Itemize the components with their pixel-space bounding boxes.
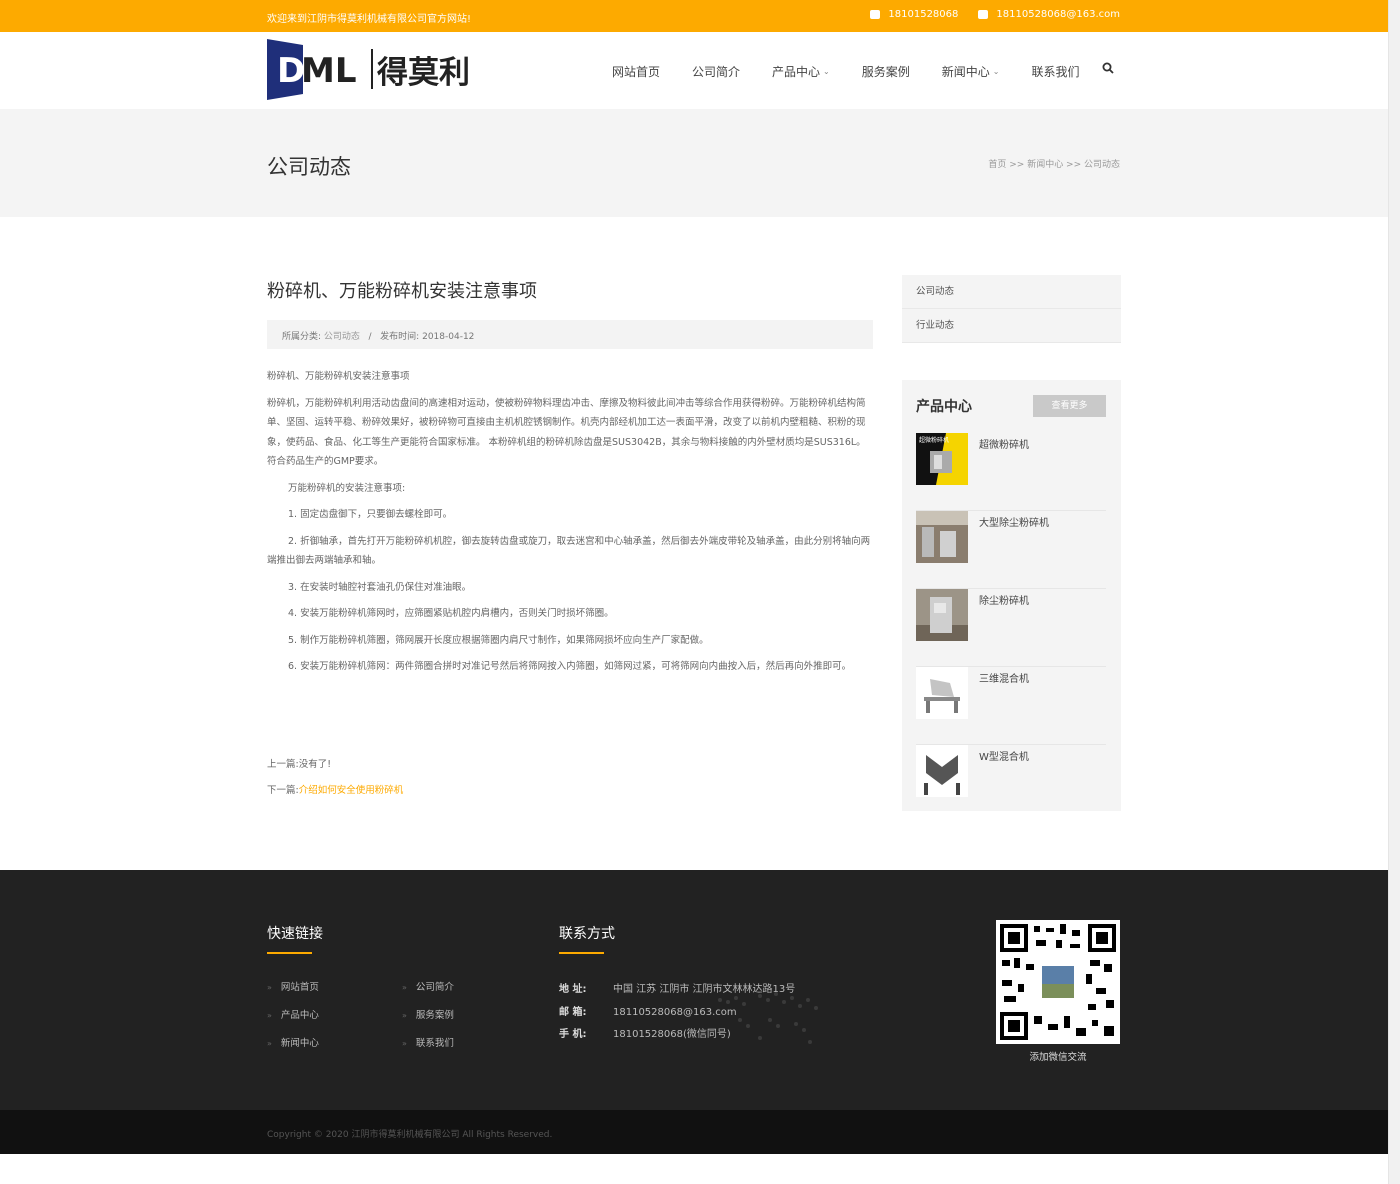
- footer-contact: 联系方式 地 址: 中国 江苏 江阴市 江阴市文林林达路13号 邮 箱: 18110…: [559, 923, 859, 1040]
- article-paragraph: 万能粉碎机的安装注意事项:: [288, 482, 406, 494]
- product-name[interactable]: 大型除尘粉碎机: [979, 514, 1049, 529]
- footer-link-contact[interactable]: » 联系我们: [402, 1035, 532, 1049]
- product-thumbnail[interactable]: [916, 511, 968, 563]
- top-phone: 18101528068: [870, 9, 958, 20]
- chevron-right-icon: »: [402, 1011, 407, 1020]
- article-paragraph: 粉碎机，万能粉碎机利用活动齿盘间的高速相对运动，使被粉碎物料理齿冲击、摩擦及物料…: [267, 397, 866, 468]
- article-paragraph: 4. 安装万能粉碎机筛网时，应筛圈紧贴机腔内肩槽内，否则关门时损坏筛圈。: [288, 608, 614, 619]
- product-thumbnail[interactable]: 超微粉碎机: [916, 433, 968, 485]
- footer-link-news[interactable]: » 新闻中心: [267, 1035, 397, 1049]
- page: 欢迎来到江阴市得莫利机械有限公司官方网站! 18101528068 181105…: [0, 0, 1388, 1184]
- footer-title-underline: [267, 952, 312, 954]
- footer-email: 邮 箱: 18110528068@163.com: [559, 1007, 737, 1018]
- top-email: 18110528068@163.com: [978, 9, 1120, 20]
- logo-wordmark: 得莫利: [376, 55, 470, 91]
- mail-icon: [978, 10, 989, 19]
- article-category[interactable]: 公司动态: [324, 332, 360, 342]
- chevron-right-icon: »: [402, 1039, 407, 1048]
- products-title: 产品中心: [916, 399, 972, 415]
- article-paragraph: 2. 折御轴承，首先打开万能粉碎机机腔，御去旋转齿盘或旋刀，取去迷宫和中心轴承盖…: [267, 535, 871, 567]
- nav-cases[interactable]: 服务案例: [862, 63, 910, 80]
- next-article: 下一篇:介绍如何安全使用粉碎机: [267, 785, 404, 796]
- nav-products[interactable]: 产品中心 ⌄: [772, 63, 830, 80]
- footer-mobile: 手 机: 18101528068(微信同号): [559, 1029, 731, 1040]
- product-thumbnail[interactable]: [916, 667, 968, 719]
- article-pager: 上一篇:没有了! 下一篇:介绍如何安全使用粉碎机: [267, 752, 403, 804]
- site-footer: 快速链接 » 网站首页 » 公司简介 » 产品中心 » 服务案例 » 新闻中心 » 联系我们…: [0, 870, 1388, 1110]
- page-scrollbar[interactable]: [1388, 0, 1400, 1184]
- footer-link-about[interactable]: » 公司简介: [402, 979, 532, 993]
- product-thumbnail[interactable]: [916, 745, 968, 797]
- article-title: 粉碎机、万能粉碎机安装注意事项: [267, 281, 537, 302]
- chevron-right-icon: »: [267, 1011, 272, 1020]
- site-header: D ML 得莫利 网站首页 公司简介 产品中心 ⌄ 服务案例 新闻中心 ⌄ 联系我们: [0, 32, 1388, 109]
- product-name[interactable]: W型混合机: [979, 748, 1029, 763]
- next-article-link[interactable]: 介绍如何安全使用粉碎机: [299, 785, 404, 796]
- page-title: 公司动态: [267, 155, 351, 179]
- nav-about[interactable]: 公司简介: [692, 63, 740, 80]
- nav-news[interactable]: 新闻中心 ⌄: [942, 63, 1000, 80]
- sidebar-item-industry-news[interactable]: 行业动态: [902, 309, 1121, 343]
- footer-address: 地 址: 中国 江苏 江阴市 江阴市文林林达路13号: [559, 984, 796, 995]
- chevron-right-icon: »: [402, 983, 407, 992]
- footer-links-title: 快速链接: [267, 926, 323, 942]
- phone-icon: [870, 10, 881, 19]
- footer-quick-links: 快速链接 » 网站首页 » 公司简介 » 产品中心 » 服务案例 » 新闻中心 » 联系我们: [267, 923, 454, 1049]
- product-item[interactable]: W型混合机: [916, 745, 1106, 823]
- top-email-text: 18110528068@163.com: [996, 9, 1120, 20]
- product-item[interactable]: 大型除尘粉碎机: [916, 511, 1106, 589]
- footer-contact-title: 联系方式: [559, 926, 615, 942]
- product-name[interactable]: 除尘粉碎机: [979, 592, 1029, 607]
- chevron-right-icon: »: [267, 1039, 272, 1048]
- footer-link-cases[interactable]: » 服务案例: [402, 1007, 532, 1021]
- sidebar-categories: 公司动态 行业动态: [902, 275, 1121, 343]
- top-bar: 欢迎来到江阴市得莫利机械有限公司官方网站! 18101528068 181105…: [0, 0, 1388, 32]
- copyright-bar: Copyright © 2020 江阴市得莫利机械有限公司 All Rights…: [0, 1110, 1388, 1154]
- welcome-text: 欢迎来到江阴市得莫利机械有限公司官方网站!: [267, 14, 472, 25]
- article-paragraph: 5. 制作万能粉碎机筛圈，筛网展开长度应根据筛圈内肩尺寸制作，如果筛网损坏应向生…: [288, 634, 709, 646]
- svg-text:超微粉碎机: 超微粉碎机: [919, 436, 949, 444]
- sidebar-item-company-news[interactable]: 公司动态: [902, 275, 1121, 309]
- footer-link-home[interactable]: » 网站首页: [267, 979, 397, 993]
- page-header: 公司动态 首页 >> 新闻中心 >> 公司动态: [0, 109, 1388, 217]
- chevron-right-icon: »: [267, 983, 272, 992]
- chevron-down-icon: ⌄: [823, 67, 830, 76]
- view-more-button[interactable]: 查看更多: [1033, 395, 1106, 417]
- product-item[interactable]: 除尘粉碎机: [916, 589, 1106, 667]
- prev-article: 上一篇:没有了!: [267, 759, 332, 770]
- nav-contact[interactable]: 联系我们: [1031, 63, 1079, 80]
- product-thumbnail[interactable]: [916, 589, 968, 641]
- main-nav: 网站首页 公司简介 产品中心 ⌄ 服务案例 新闻中心 ⌄ 联系我们: [612, 62, 1114, 80]
- article-body: 粉碎机、万能粉碎机安装注意事项 粉碎机，万能粉碎机利用活动齿盘间的高速相对运动，…: [267, 367, 873, 677]
- footer-link-products[interactable]: » 产品中心: [267, 1007, 397, 1021]
- article-paragraph: 粉碎机、万能粉碎机安装注意事项: [267, 371, 410, 382]
- breadcrumb[interactable]: 首页 >> 新闻中心 >> 公司动态: [988, 157, 1120, 170]
- article-date: 2018-04-12: [422, 332, 475, 342]
- sidebar-products: 产品中心 查看更多 超微粉碎机 超微粉碎机 大型除尘粉碎机 除尘粉碎机 三维混合…: [902, 380, 1121, 811]
- product-item[interactable]: 三维混合机: [916, 667, 1106, 745]
- article-paragraph: 6. 安装万能粉碎机筛网：两件筛圈合拼时对准记号然后将筛网按入内筛圈，如筛网过紧…: [288, 661, 852, 672]
- svg-text:ML: ML: [301, 51, 357, 91]
- nav-home[interactable]: 网站首页: [612, 63, 660, 80]
- chevron-down-icon: ⌄: [992, 67, 1000, 76]
- footer-title-underline: [559, 952, 604, 954]
- article-meta: 所属分类: 公司动态 / 发布时间: 2018-04-12: [267, 320, 873, 349]
- product-item[interactable]: 超微粉碎机 超微粉碎机: [916, 433, 1106, 511]
- product-name[interactable]: 超微粉碎机: [979, 436, 1029, 451]
- product-name[interactable]: 三维混合机: [979, 670, 1029, 685]
- logo[interactable]: D ML 得莫利: [267, 39, 485, 100]
- article: 粉碎机、万能粉碎机安装注意事项 所属分类: 公司动态 / 发布时间: 2018-…: [267, 277, 873, 684]
- article-paragraph: 1. 固定齿盘御下，只要御去螺栓即可。: [288, 509, 453, 520]
- top-phone-text: 18101528068: [888, 9, 959, 20]
- wechat-qr-code: [996, 920, 1120, 1044]
- search-icon[interactable]: [1102, 62, 1114, 74]
- copyright-text: Copyright © 2020 江阴市得莫利机械有限公司 All Rights…: [267, 1130, 553, 1140]
- top-contact: 18101528068 18110528068@163.com: [870, 9, 1120, 20]
- qr-caption: 添加微信交流: [1029, 1052, 1087, 1063]
- article-paragraph: 3. 在安装时轴腔衬套油孔仍保住对准油眼。: [288, 581, 472, 593]
